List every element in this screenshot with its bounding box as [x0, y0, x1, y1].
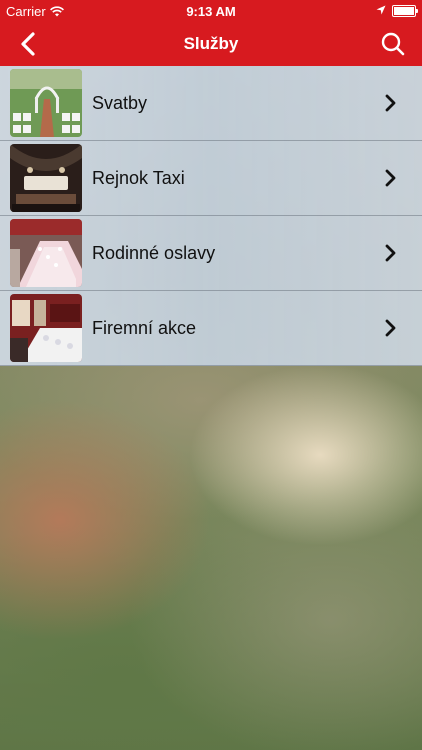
location-arrow-icon: [376, 5, 386, 15]
taxi-interior-thumbnail: [10, 144, 82, 212]
list-item-rejnok-taxi[interactable]: Rejnok Taxi: [0, 141, 422, 216]
corporate-hall-thumbnail: [10, 294, 82, 362]
battery-icon: [392, 5, 418, 17]
list-item-label: Svatby: [92, 93, 148, 113]
chevron-right-icon: [385, 319, 396, 337]
list-item-firemni-akce[interactable]: Firemní akce: [0, 291, 422, 366]
page-title: Služby: [183, 34, 239, 53]
status-time: 9:13 AM: [186, 4, 236, 19]
list-item-label: Firemní akce: [92, 318, 197, 338]
navigation-bar: Služby: [0, 22, 422, 66]
chevron-right-icon: [385, 169, 396, 187]
wedding-arch-thumbnail: [10, 69, 82, 137]
list-item-rodinne-oslavy[interactable]: Rodinné oslavy: [0, 216, 422, 291]
search-button[interactable]: [378, 30, 408, 58]
chevron-right-icon: [385, 94, 396, 112]
services-list: Svatby Rejnok Taxi Rodinné oslavy Firemn…: [0, 66, 422, 366]
status-bar: Carrier 9:13 AM: [0, 0, 422, 22]
search-icon: [381, 32, 405, 56]
list-item-label: Rejnok Taxi: [92, 168, 185, 188]
family-table-thumbnail: [10, 219, 82, 287]
chevron-right-icon: [385, 244, 396, 262]
list-item-svatby[interactable]: Svatby: [0, 66, 422, 141]
list-item-label: Rodinné oslavy: [92, 243, 216, 263]
